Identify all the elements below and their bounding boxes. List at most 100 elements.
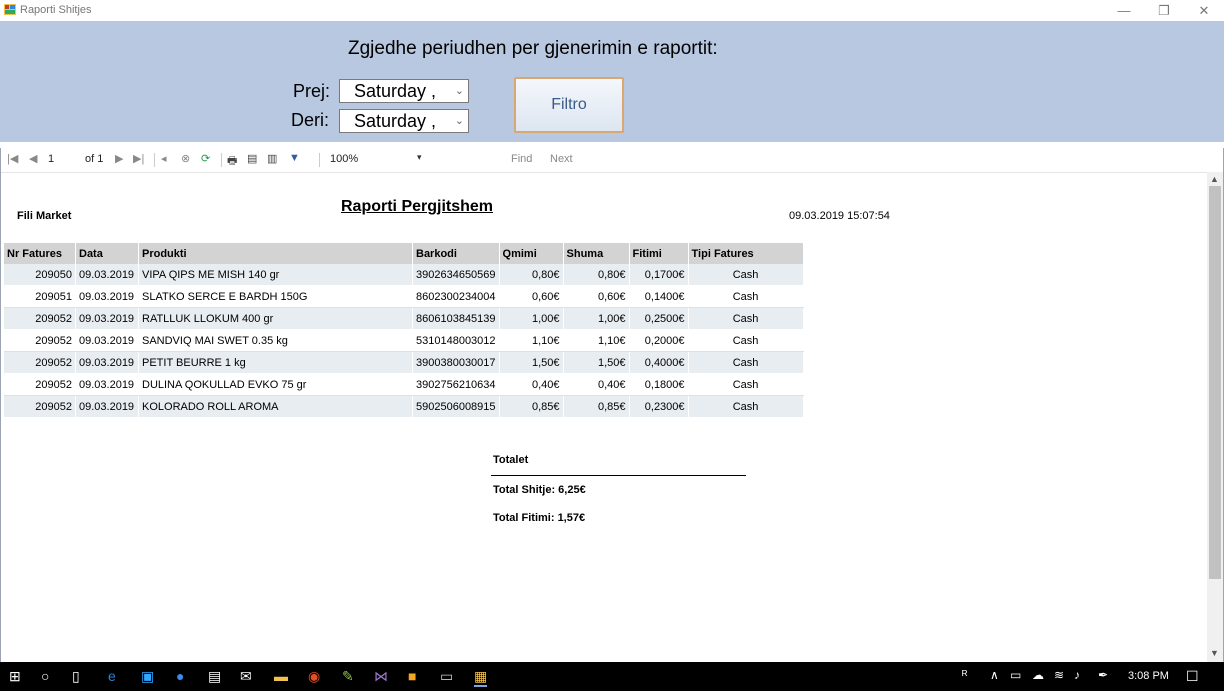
scrollbar-thumb[interactable] <box>1209 186 1221 579</box>
cell: 209052 <box>4 307 76 330</box>
cell: Cash <box>688 395 804 418</box>
table-row: 209050 09.03.2019 VIPA QIPS ME MISH 140 … <box>4 264 804 286</box>
find-link[interactable]: Find <box>511 153 532 165</box>
col-header: Fitimi <box>629 243 689 264</box>
cell: 09.03.2019 <box>75 395 139 418</box>
refresh-icon[interactable]: ⟳ <box>201 152 210 165</box>
report-viewer: |◀ ◀ 1 of 1 ▶ ▶| ◂ ⊗ ⟳ 🖶 ▤ ▥ ▼ 100% ▾ Fi… <box>0 148 1224 663</box>
cell: DULINA QOKULLAD EVKO 75 gr <box>138 373 413 396</box>
visual-studio-icon[interactable]: ⋈ <box>374 668 388 685</box>
cell: 5902506008915 <box>412 395 500 418</box>
close-button[interactable]: ✕ <box>1184 0 1224 21</box>
col-header: Barkodi <box>412 243 500 264</box>
next-link[interactable]: Next <box>550 153 573 165</box>
report-toolbar: |◀ ◀ 1 of 1 ▶ ▶| ◂ ⊗ ⟳ 🖶 ▤ ▥ ▼ 100% ▾ Fi… <box>1 148 1223 173</box>
chevron-up-icon[interactable]: ∧ <box>990 668 999 682</box>
clock[interactable]: 3:08 PM <box>1128 670 1169 682</box>
print-layout-icon[interactable]: ▤ <box>247 152 257 165</box>
table-row: 209052 09.03.2019 PETIT BEURRE 1 kg 3900… <box>4 351 804 374</box>
file-explorer-icon[interactable]: ▬ <box>274 668 288 684</box>
store-icon[interactable]: ▤ <box>208 668 221 685</box>
from-label: Prej: <box>293 81 331 101</box>
cell: SANDVIQ MAI SWET 0.35 kg <box>138 329 413 352</box>
chevron-down-icon: ⌄ <box>454 115 464 127</box>
cell: 8602300234004 <box>412 285 500 308</box>
vertical-scrollbar[interactable]: ▲ ▼ <box>1207 172 1223 662</box>
mail-icon[interactable]: ✉ <box>240 668 252 685</box>
cell: 3900380030017 <box>412 351 500 374</box>
cell: 209050 <box>4 264 76 286</box>
cell: 0,80€ <box>499 264 564 286</box>
app-icon[interactable]: ✎ <box>342 668 354 685</box>
from-date-picker[interactable]: Saturday , ⌄ <box>339 79 469 103</box>
cell: 209052 <box>4 329 76 352</box>
restore-button[interactable]: ❐ <box>1144 0 1184 21</box>
cell: 209052 <box>4 395 76 418</box>
cell: Cash <box>688 285 804 308</box>
window-title: Raporti Shitjes <box>20 4 92 16</box>
to-date-picker[interactable]: Saturday , ⌄ <box>339 109 469 133</box>
terminal-icon[interactable]: ▭ <box>440 668 453 685</box>
report-page: Raporti Pergjitshem Fili Market 09.03.20… <box>1 172 1205 662</box>
chat-icon[interactable]: ● <box>176 668 184 684</box>
cell: Cash <box>688 329 804 352</box>
cell: 3902634650569 <box>412 264 500 286</box>
cell: Cash <box>688 264 804 286</box>
cell: 8606103845139 <box>412 307 500 330</box>
scroll-up-icon[interactable]: ▲ <box>1210 174 1219 184</box>
windows-start-icon[interactable]: ⊞ <box>9 668 21 685</box>
zoom-select[interactable]: 100% <box>330 153 358 165</box>
sublime-icon[interactable]: ■ <box>408 668 416 684</box>
table-row: 209052 09.03.2019 SANDVIQ MAI SWET 0.35 … <box>4 329 804 352</box>
to-label: Deri: <box>291 110 330 130</box>
battery-icon[interactable]: ▭ <box>1010 668 1021 682</box>
back-icon[interactable]: ◂ <box>161 152 167 165</box>
photoshop-icon[interactable]: ▣ <box>141 668 154 685</box>
stop-icon[interactable]: ⊗ <box>181 152 190 165</box>
notification-icon[interactable]: ☐ <box>1186 668 1199 685</box>
company-name: Fili Market <box>17 210 72 222</box>
cell: 0,2000€ <box>629 329 689 352</box>
col-header: Tipi Fatures <box>688 243 804 264</box>
cell: KOLORADO ROLL AROMA <box>138 395 413 418</box>
edge-icon[interactable]: e <box>108 668 116 684</box>
search-icon[interactable]: ○ <box>41 668 49 684</box>
scroll-down-icon[interactable]: ▼ <box>1210 648 1219 658</box>
active-app-icon[interactable]: ▦ <box>474 668 488 687</box>
next-page-icon[interactable]: ▶ <box>115 152 123 165</box>
chrome-icon[interactable]: ◉ <box>308 668 320 685</box>
cell: 209052 <box>4 351 76 374</box>
export-icon[interactable]: ▼ <box>289 152 300 164</box>
cell: 0,1800€ <box>629 373 689 396</box>
wifi-icon[interactable]: ≋ <box>1054 668 1064 682</box>
minimize-button[interactable]: — <box>1104 0 1144 21</box>
people-icon[interactable]: ᴿ <box>962 668 967 682</box>
filter-button[interactable]: Filtro <box>514 77 624 133</box>
cell: PETIT BEURRE 1 kg <box>138 351 413 374</box>
filter-panel: Zgjedhe periudhen per gjenerimin e rapor… <box>0 21 1224 144</box>
cell: 1,00€ <box>499 307 564 330</box>
report-timestamp: 09.03.2019 15:07:54 <box>789 210 890 222</box>
print-icon[interactable]: 🖶 <box>227 152 237 171</box>
cloud-icon[interactable]: ☁ <box>1032 668 1044 682</box>
zoom-dropdown-icon[interactable]: ▾ <box>417 152 422 163</box>
cell: 09.03.2019 <box>75 373 139 396</box>
volume-icon[interactable]: ♪ <box>1074 668 1080 682</box>
col-header: Produkti <box>138 243 413 264</box>
col-header: Shuma <box>563 243 630 264</box>
last-page-icon[interactable]: ▶| <box>133 152 144 165</box>
cell: 0,40€ <box>563 373 630 396</box>
previous-page-icon[interactable]: ◀ <box>29 152 37 165</box>
pen-icon[interactable]: ✒ <box>1098 668 1108 682</box>
first-page-icon[interactable]: |◀ <box>7 152 18 165</box>
cell: 209051 <box>4 285 76 308</box>
col-header: Data <box>75 243 139 264</box>
col-header: Nr Fatures <box>4 243 76 264</box>
cell: 0,85€ <box>499 395 564 418</box>
task-view-icon[interactable]: ▯ <box>72 668 80 685</box>
page-number-input[interactable]: 1 <box>48 153 54 165</box>
cell: 09.03.2019 <box>75 351 139 374</box>
table-row: 209052 09.03.2019 RATLLUK LLOKUM 400 gr … <box>4 307 804 330</box>
cell: 0,60€ <box>499 285 564 308</box>
page-setup-icon[interactable]: ▥ <box>267 152 277 165</box>
